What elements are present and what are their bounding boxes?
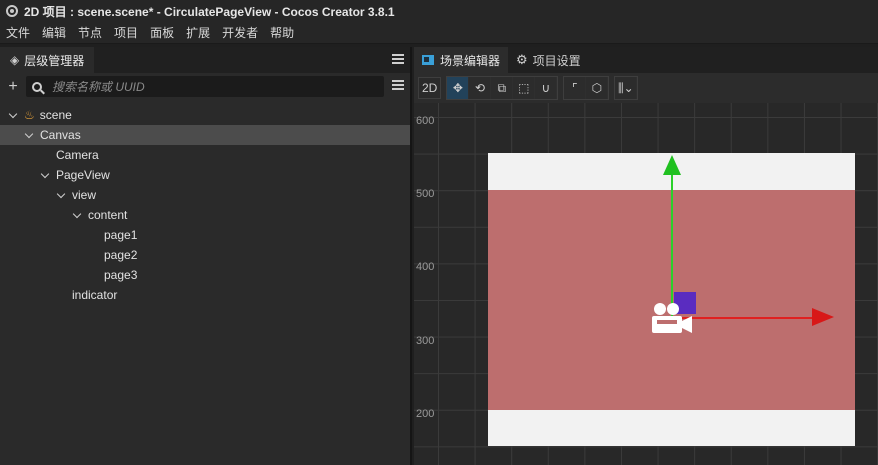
mode-2d-button[interactable]: 2D bbox=[418, 77, 442, 99]
tab-hierarchy-label: 层级管理器 bbox=[24, 53, 85, 68]
add-node-button[interactable]: + bbox=[4, 78, 22, 96]
rect-tool-icon[interactable]: ⬚ bbox=[513, 77, 536, 99]
camera-icon[interactable] bbox=[650, 301, 694, 335]
scene-flame-icon: ♨ bbox=[24, 108, 35, 122]
menu-bar: 文件 编辑 节点 项目 面板 扩展 开发者 帮助 bbox=[0, 22, 878, 44]
scene-editor-icon bbox=[422, 55, 434, 65]
local-global-icon[interactable]: ⬡ bbox=[586, 77, 609, 99]
align-dropdown-icon[interactable]: ⫼⌄ bbox=[615, 77, 638, 99]
tree-node-label: PageView bbox=[56, 168, 110, 182]
align-tools: ⫼⌄ bbox=[614, 76, 639, 100]
search-icon bbox=[32, 81, 42, 92]
search-input[interactable] bbox=[52, 79, 372, 94]
y-axis-label: 500 bbox=[416, 188, 435, 200]
sort-icon[interactable] bbox=[392, 80, 404, 92]
window-title: 2D 项目 : scene.scene* - CirculatePageView… bbox=[24, 4, 395, 19]
tree-node-page2[interactable]: page2 bbox=[0, 245, 410, 265]
tree-node-camera[interactable]: Camera bbox=[0, 145, 410, 165]
tree-node-label: content bbox=[88, 208, 128, 222]
menu-panel[interactable]: 面板 bbox=[150, 24, 174, 41]
gear-icon: ⚙ bbox=[516, 52, 528, 67]
menu-edit[interactable]: 编辑 bbox=[42, 24, 66, 41]
tab-project-settings[interactable]: ⚙ 项目设置 bbox=[508, 47, 589, 73]
pivot-tools: ⌜ ⬡ bbox=[563, 76, 610, 100]
hierarchy-tabbar: ◈ 层级管理器 bbox=[0, 47, 410, 73]
menu-node[interactable]: 节点 bbox=[78, 24, 102, 41]
chevron-down-icon[interactable] bbox=[24, 130, 34, 140]
tree-node-scene[interactable]: ♨ scene bbox=[0, 105, 410, 125]
title-bar: 2D 项目 : scene.scene* - CirculatePageView… bbox=[0, 0, 878, 22]
tree-node-pageview[interactable]: PageView bbox=[0, 165, 410, 185]
scene-viewport[interactable]: 600 500 400 300 200 bbox=[414, 103, 878, 465]
y-axis-label: 200 bbox=[416, 408, 435, 420]
search-box[interactable] bbox=[26, 76, 384, 97]
tree-node-label: scene bbox=[39, 108, 72, 122]
y-axis-label: 600 bbox=[416, 115, 435, 127]
scene-editor-panel: 场景编辑器 ⚙ 项目设置 2D ✥ ⟲ ⧉ ⬚ ∪ ⌜ ⬡ ⫼⌄ 600 500… bbox=[414, 47, 878, 465]
tree-node-label: Canvas bbox=[40, 128, 81, 142]
tree-node-canvas[interactable]: Canvas bbox=[0, 125, 410, 145]
tree-node-label: page3 bbox=[104, 268, 138, 282]
move-tool-icon[interactable]: ✥ bbox=[447, 77, 470, 99]
hierarchy-panel: ◈ 层级管理器 + ♨ scene Canvas Camera PageView bbox=[0, 47, 412, 465]
tree-node-view[interactable]: view bbox=[0, 185, 410, 205]
hierarchy-search-row: + bbox=[0, 73, 410, 101]
tab-scene-editor[interactable]: 场景编辑器 bbox=[414, 47, 509, 73]
pivot-tool-icon[interactable]: ⌜ bbox=[564, 77, 587, 99]
panel-menu-icon[interactable] bbox=[392, 54, 404, 64]
y-axis-label: 300 bbox=[416, 335, 435, 347]
chevron-down-icon[interactable] bbox=[40, 170, 50, 180]
menu-file[interactable]: 文件 bbox=[6, 24, 30, 41]
chevron-down-icon[interactable] bbox=[8, 110, 18, 120]
tree-node-page3[interactable]: page3 bbox=[0, 265, 410, 285]
gizmo-y-arrow-icon[interactable] bbox=[663, 155, 681, 175]
menu-extension[interactable]: 扩展 bbox=[186, 24, 210, 41]
tab-hierarchy[interactable]: ◈ 层级管理器 bbox=[0, 47, 95, 73]
tree-node-content[interactable]: content bbox=[0, 205, 410, 225]
snap-tool-icon[interactable]: ∪ bbox=[535, 77, 558, 99]
tree-node-label: Camera bbox=[56, 148, 99, 162]
scale-tool-icon[interactable]: ⧉ bbox=[491, 77, 514, 99]
tree-node-page1[interactable]: page1 bbox=[0, 225, 410, 245]
chevron-down-icon[interactable] bbox=[56, 190, 66, 200]
cocos-logo-icon bbox=[6, 5, 18, 17]
tree-node-label: view bbox=[72, 188, 97, 202]
menu-project[interactable]: 项目 bbox=[114, 24, 138, 41]
transform-tools: ✥ ⟲ ⧉ ⬚ ∪ bbox=[446, 76, 559, 100]
tab-project-settings-label: 项目设置 bbox=[532, 53, 581, 68]
menu-developer[interactable]: 开发者 bbox=[222, 24, 258, 41]
gizmo-x-arrow-icon[interactable] bbox=[812, 308, 834, 326]
tree-node-indicator[interactable]: indicator bbox=[0, 285, 410, 305]
tree-node-label: page1 bbox=[104, 228, 138, 242]
tree-node-label: page2 bbox=[104, 248, 138, 262]
tab-scene-editor-label: 场景编辑器 bbox=[440, 53, 501, 68]
y-axis-label: 400 bbox=[416, 261, 435, 273]
tree-node-label: indicator bbox=[72, 288, 118, 302]
gizmo-y-axis[interactable] bbox=[671, 173, 673, 318]
scene-toolbar: 2D ✥ ⟲ ⧉ ⬚ ∪ ⌜ ⬡ ⫼⌄ bbox=[414, 73, 878, 103]
scene-tabbar: 场景编辑器 ⚙ 项目设置 bbox=[414, 47, 878, 73]
rotate-tool-icon[interactable]: ⟲ bbox=[469, 77, 492, 99]
menu-help[interactable]: 帮助 bbox=[270, 24, 294, 41]
node-tree: ♨ scene Canvas Camera PageView view cont… bbox=[0, 101, 410, 305]
chevron-down-icon[interactable] bbox=[72, 210, 82, 220]
layers-icon: ◈ bbox=[10, 53, 20, 67]
